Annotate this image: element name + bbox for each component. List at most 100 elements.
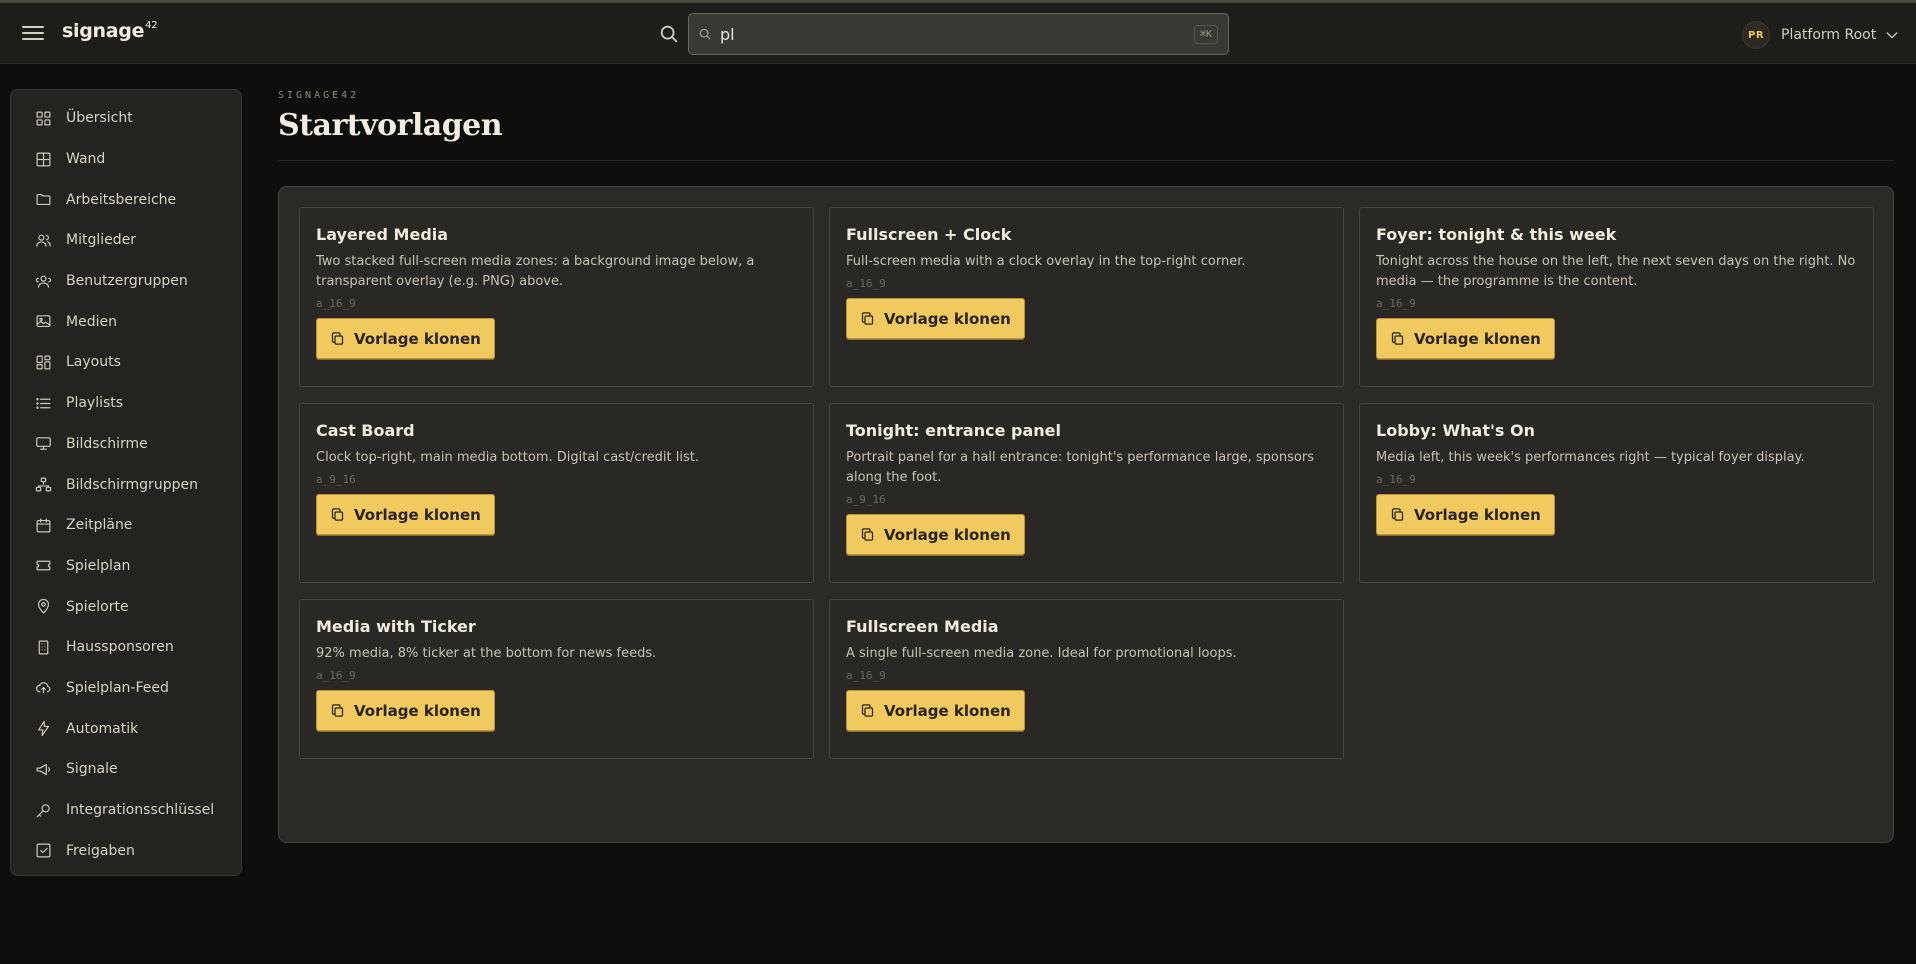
- template-card-foyer-tonight: Foyer: tonight & this week Tonight acros…: [1359, 207, 1874, 387]
- template-title: Foyer: tonight & this week: [1376, 225, 1617, 244]
- clone-template-button[interactable]: Vorlage klonen: [1376, 318, 1555, 359]
- sidebar-item-integrationsschluessel[interactable]: Integrationsschlüssel: [11, 790, 241, 831]
- template-title: Fullscreen + Clock: [846, 225, 1012, 244]
- sidebar-item-signale[interactable]: Signale: [11, 749, 241, 790]
- sidebar-item-benutzergruppen[interactable]: Benutzergruppen: [11, 261, 241, 302]
- clone-button-label: Vorlage klonen: [354, 701, 481, 720]
- lightning-icon: [37, 720, 50, 737]
- brand-name: signage: [62, 20, 145, 42]
- clone-button-label: Vorlage klonen: [884, 309, 1011, 328]
- sidebar: Übersicht Wand Arbeitsbereiche Mitgliede…: [10, 89, 242, 876]
- clone-button-label: Vorlage klonen: [354, 329, 481, 348]
- page-title: Startvorlagen: [278, 108, 503, 143]
- copy-icon: [1391, 332, 1404, 345]
- template-card-cast-board: Cast Board Clock top-right, main media b…: [299, 403, 814, 583]
- template-card-entrance-panel: Tonight: entrance panel Portrait panel f…: [829, 403, 1344, 583]
- sidebar-item-label: Spielorte: [66, 598, 129, 615]
- template-description: Two stacked full-screen media zones: a b…: [316, 254, 755, 289]
- template-description: Media left, this week's performances rig…: [1376, 450, 1805, 465]
- template-card-lobby-whats-on: Lobby: What's On Media left, this week's…: [1359, 403, 1874, 583]
- template-aspect-code: a_16_9: [1376, 473, 1416, 486]
- template-title: Media with Ticker: [316, 617, 476, 636]
- building-icon: [38, 640, 49, 655]
- sidebar-item-bildschirmgruppen[interactable]: Bildschirmgruppen: [11, 464, 241, 505]
- sidebar-item-spielplan-feed[interactable]: Spielplan-Feed: [11, 668, 241, 709]
- clone-template-button[interactable]: Vorlage klonen: [846, 298, 1025, 339]
- brand-superscript: 42: [145, 20, 158, 31]
- sidebar-item-spielorte[interactable]: Spielorte: [11, 586, 241, 627]
- copy-icon: [331, 704, 344, 717]
- network-icon: [35, 477, 52, 492]
- clone-button-label: Vorlage klonen: [354, 505, 481, 524]
- brand-logo[interactable]: signage42: [62, 20, 158, 42]
- sidebar-item-label: Benutzergruppen: [66, 273, 188, 290]
- clone-template-button[interactable]: Vorlage klonen: [846, 514, 1025, 555]
- sidebar-item-spielplan[interactable]: Spielplan: [11, 546, 241, 587]
- sidebar-item-arbeitsbereiche[interactable]: Arbeitsbereiche: [11, 179, 241, 220]
- sidebar-item-zeitplaene[interactable]: Zeitpläne: [11, 505, 241, 546]
- sidebar-item-mitglieder[interactable]: Mitglieder: [11, 220, 241, 261]
- images-icon: [36, 315, 51, 328]
- template-description: A single full-screen media zone. Ideal f…: [846, 646, 1237, 661]
- template-title: Layered Media: [316, 225, 449, 244]
- copy-icon: [861, 704, 874, 717]
- template-description: Clock top-right, main media bottom. Digi…: [316, 450, 699, 465]
- title-divider: [278, 160, 1894, 161]
- template-card-layered-media: Layered Media Two stacked full-screen me…: [299, 207, 814, 387]
- copy-icon: [331, 332, 344, 345]
- sidebar-item-freigaben[interactable]: Freigaben: [11, 830, 241, 871]
- map-pin-icon: [37, 598, 50, 614]
- sidebar-item-label: Medien: [66, 313, 117, 330]
- sidebar-item-label: Layouts: [66, 354, 121, 371]
- sidebar-item-haussponsoren[interactable]: Haussponsoren: [11, 627, 241, 668]
- template-title: Tonight: entrance panel: [846, 421, 1061, 440]
- template-title: Lobby: What's On: [1376, 421, 1535, 440]
- template-aspect-code: a_16_9: [846, 669, 886, 682]
- template-title: Fullscreen Media: [846, 617, 999, 636]
- template-aspect-code: a_16_9: [846, 277, 886, 290]
- template-aspect-code: a_16_9: [316, 297, 356, 310]
- sidebar-item-playlists[interactable]: Playlists: [11, 383, 241, 424]
- clone-button-label: Vorlage klonen: [1414, 329, 1541, 348]
- template-description: Portrait panel for a hall entrance: toni…: [846, 450, 1314, 485]
- sidebar-item-layouts[interactable]: Layouts: [11, 342, 241, 383]
- sidebar-item-bildschirme[interactable]: Bildschirme: [11, 424, 241, 465]
- sidebar-item-label: Arbeitsbereiche: [66, 191, 177, 208]
- monitor-icon: [36, 437, 51, 451]
- calendar-icon: [36, 518, 51, 533]
- sidebar-item-label: Signale: [66, 761, 118, 778]
- menu-icon[interactable]: [22, 23, 44, 43]
- clone-template-button[interactable]: Vorlage klonen: [1376, 494, 1555, 535]
- template-description: Tonight across the house on the left, th…: [1376, 254, 1856, 289]
- user-menu[interactable]: PR Platform Root: [1742, 21, 1900, 49]
- sidebar-item-label: Spielplan-Feed: [66, 679, 169, 696]
- template-aspect-code: a_9_16: [316, 473, 356, 486]
- search-box: ⌘K: [688, 13, 1229, 55]
- template-aspect-code: a_9_16: [846, 493, 886, 506]
- sidebar-item-medien[interactable]: Medien: [11, 301, 241, 342]
- template-description: 92% media, 8% ticker at the bottom for n…: [316, 646, 657, 661]
- shortcut-hint: ⌘K: [1193, 25, 1218, 44]
- clone-template-button[interactable]: Vorlage klonen: [316, 690, 495, 731]
- sidebar-item-label: Automatik: [66, 720, 139, 737]
- grid-icon: [36, 111, 51, 126]
- ticket-icon: [36, 561, 51, 571]
- clone-button-label: Vorlage klonen: [1414, 505, 1541, 524]
- clone-button-label: Vorlage klonen: [884, 701, 1011, 720]
- search-icon[interactable]: [658, 23, 680, 45]
- checkbox-icon: [36, 843, 51, 858]
- clone-template-button[interactable]: Vorlage klonen: [316, 494, 495, 535]
- clone-template-button[interactable]: Vorlage klonen: [316, 318, 495, 359]
- clone-button-label: Vorlage klonen: [884, 525, 1011, 544]
- sidebar-item-uebersicht[interactable]: Übersicht: [11, 98, 241, 139]
- sidebar-item-label: Zeitpläne: [66, 517, 133, 534]
- sidebar-item-wand[interactable]: Wand: [11, 139, 241, 180]
- list-icon: [36, 397, 51, 409]
- template-aspect-code: a_16_9: [316, 669, 356, 682]
- clone-template-button[interactable]: Vorlage klonen: [846, 690, 1025, 731]
- sidebar-item-label: Haussponsoren: [66, 639, 174, 656]
- sidebar-item-automatik[interactable]: Automatik: [11, 708, 241, 749]
- user-name: Platform Root: [1781, 27, 1877, 43]
- sidebar-item-label: Bildschirme: [66, 435, 148, 452]
- search-input[interactable]: [720, 22, 1160, 46]
